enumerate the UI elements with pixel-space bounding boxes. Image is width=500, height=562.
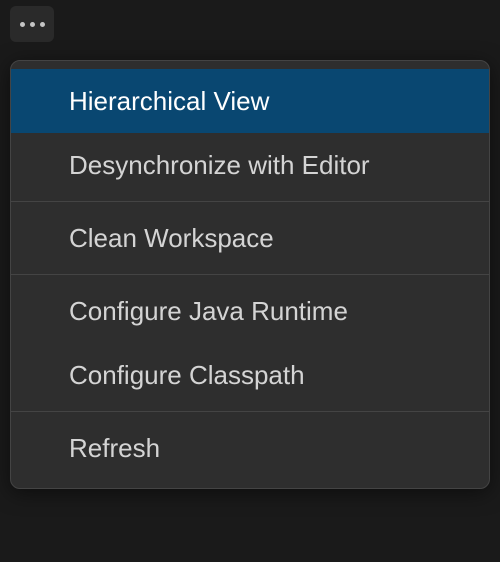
menu-item-label: Hierarchical View xyxy=(69,86,269,117)
menu-item-configure-java-runtime[interactable]: Configure Java Runtime xyxy=(11,279,489,343)
ellipsis-icon xyxy=(20,22,45,27)
menu-divider xyxy=(11,201,489,202)
menu-divider xyxy=(11,411,489,412)
context-menu: Hierarchical View Desynchronize with Edi… xyxy=(10,60,490,489)
menu-item-hierarchical-view[interactable]: Hierarchical View xyxy=(11,69,489,133)
menu-item-clean-workspace[interactable]: Clean Workspace xyxy=(11,206,489,270)
menu-item-label: Clean Workspace xyxy=(69,223,274,254)
menu-item-label: Configure Classpath xyxy=(69,360,305,391)
menu-item-label: Refresh xyxy=(69,433,160,464)
menu-item-configure-classpath[interactable]: Configure Classpath xyxy=(11,343,489,407)
menu-item-refresh[interactable]: Refresh xyxy=(11,416,489,480)
more-options-button[interactable] xyxy=(10,6,54,42)
menu-item-label: Configure Java Runtime xyxy=(69,296,348,327)
menu-item-label: Desynchronize with Editor xyxy=(69,150,370,181)
menu-item-desynchronize-editor[interactable]: Desynchronize with Editor xyxy=(11,133,489,197)
menu-divider xyxy=(11,274,489,275)
